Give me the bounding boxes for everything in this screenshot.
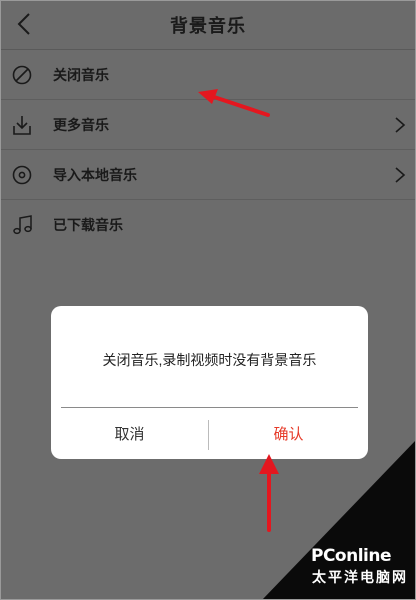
no-music-icon <box>10 63 34 87</box>
music-options-list: 关闭音乐 更多音乐 导入本地音乐 已下载音乐 <box>0 50 416 250</box>
download-icon <box>10 113 34 137</box>
dialog-message: 关闭音乐,录制视频时没有背景音乐 <box>102 352 317 368</box>
music-note-icon <box>10 213 34 237</box>
annotation-arrow-confirm <box>259 454 279 532</box>
top-bar: 背景音乐 <box>0 0 416 50</box>
confirm-dialog: 关闭音乐,录制视频时没有背景音乐 取消 确认 <box>51 306 368 459</box>
cancel-button[interactable]: 取消 <box>51 408 208 459</box>
page-title: 背景音乐 <box>170 16 246 36</box>
list-item-label: 已下载音乐 <box>53 217 123 233</box>
list-item-label: 导入本地音乐 <box>53 167 137 183</box>
chevron-right-icon <box>395 117 406 133</box>
list-item-label: 更多音乐 <box>53 117 109 133</box>
disc-icon <box>10 163 34 187</box>
watermark-subtitle: 太平洋电脑网 <box>312 569 408 585</box>
chevron-right-icon <box>395 167 406 183</box>
confirm-button[interactable]: 确认 <box>209 408 368 459</box>
list-item-downloaded-music[interactable]: 已下载音乐 <box>0 200 416 250</box>
watermark-brand: PConline <box>311 546 392 566</box>
annotation-arrow-close-music <box>198 89 270 117</box>
list-item-import-local-music[interactable]: 导入本地音乐 <box>0 150 416 200</box>
list-item-label: 关闭音乐 <box>53 67 109 83</box>
